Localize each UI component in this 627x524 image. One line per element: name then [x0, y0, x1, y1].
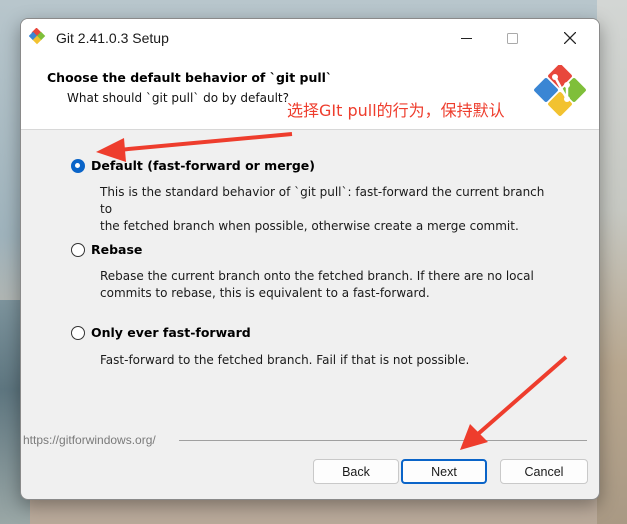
option-fast-forward-only-description: Fast-forward to the fetched branch. Fail… — [100, 352, 560, 369]
window-title: Git 2.41.0.3 Setup — [56, 30, 169, 46]
setup-window: Git 2.41.0.3 Setup Choose the default be… — [20, 18, 600, 500]
close-icon — [564, 32, 576, 44]
radio-default[interactable] — [71, 158, 85, 173]
page-title: Choose the default behavior of `git pull… — [47, 70, 333, 85]
git-logo-icon — [534, 65, 586, 116]
back-button[interactable]: Back — [313, 459, 399, 484]
next-button[interactable]: Next — [401, 459, 487, 484]
page-subtitle: What should `git pull` do by default? — [67, 91, 289, 105]
option-rebase-desc-line2: commits to rebase, this is equivalent to… — [100, 286, 430, 300]
option-rebase[interactable]: Rebase — [71, 242, 142, 257]
option-rebase-label: Rebase — [91, 242, 143, 257]
option-default[interactable]: Default (fast-forward or merge) — [71, 158, 315, 173]
radio-rebase[interactable] — [71, 242, 85, 257]
footer-divider — [179, 440, 587, 441]
cancel-button[interactable]: Cancel — [500, 459, 588, 484]
maximize-button[interactable] — [489, 19, 535, 57]
option-fast-forward-only[interactable]: Only ever fast-forward — [71, 325, 251, 340]
option-default-label: Default (fast-forward or merge) — [91, 158, 315, 173]
option-default-desc-line1: This is the standard behavior of `git pu… — [100, 185, 545, 216]
title-bar: Git 2.41.0.3 Setup — [21, 19, 599, 57]
option-rebase-desc-line1: Rebase the current branch onto the fetch… — [100, 269, 534, 283]
option-rebase-description: Rebase the current branch onto the fetch… — [100, 268, 560, 302]
annotation-text: 选择GIt pull的行为，保持默认 — [287, 101, 505, 120]
option-fast-forward-only-label: Only ever fast-forward — [91, 325, 251, 340]
option-default-description: This is the standard behavior of `git pu… — [100, 184, 560, 235]
minimize-button[interactable] — [443, 19, 489, 57]
option-fast-forward-only-desc-line1: Fast-forward to the fetched branch. Fail… — [100, 353, 470, 367]
website-link[interactable]: https://gitforwindows.org/ — [23, 433, 160, 447]
desktop-background-right — [597, 0, 627, 524]
maximize-icon — [506, 32, 518, 44]
radio-fast-forward-only[interactable] — [71, 325, 85, 340]
git-app-icon — [29, 28, 46, 45]
close-button[interactable] — [547, 19, 593, 57]
option-default-desc-line2: the fetched branch when possible, otherw… — [100, 219, 519, 233]
minimize-icon — [460, 37, 472, 39]
